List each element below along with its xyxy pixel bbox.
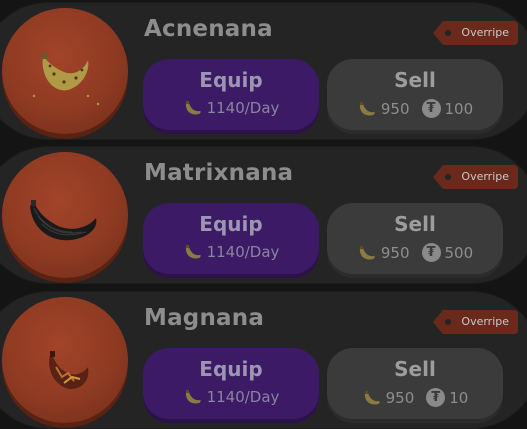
sell-button[interactable]: Sell 950 ₮ 10 [327, 348, 503, 419]
rarity-badge: Overripe [433, 21, 518, 45]
banana-icon [364, 390, 380, 404]
equip-button[interactable]: Equip 1140/Day [143, 59, 319, 130]
item-avatar [2, 152, 128, 278]
rarity-badge: Overripe [433, 310, 518, 334]
sell-banana-price: 950 [380, 243, 410, 262]
tag-hole [445, 174, 452, 180]
item-name: Magnana [144, 305, 265, 331]
item-card-magnana: Magnana Overripe Equip 1140/Day Sell 950… [0, 291, 527, 429]
equip-button[interactable]: Equip 1140/Day [143, 348, 319, 419]
equip-button-label: Equip [199, 357, 263, 381]
item-avatar [2, 297, 128, 423]
earn-rate-value: 1140/Day [206, 243, 280, 261]
rarity-badge-label: Overripe [461, 315, 509, 328]
rarity-badge-label: Overripe [461, 170, 509, 183]
item-avatar [2, 8, 128, 134]
earn-rate-value: 1140/Day [206, 388, 280, 406]
sell-banana-price: 950 [380, 99, 410, 118]
equip-button[interactable]: Equip 1140/Day [143, 203, 319, 274]
earn-rate: 1140/Day [143, 99, 319, 117]
sell-token-price: 100 [444, 99, 474, 118]
rarity-badge-label: Overripe [461, 26, 509, 39]
item-card-acnenana: Acnenana Overripe Equip 1140/Day Sell 95… [0, 2, 527, 140]
banana-icon [359, 101, 375, 115]
sell-banana-price: 950 [385, 388, 415, 407]
sell-button-label: Sell [394, 68, 436, 92]
sell-button[interactable]: Sell 950 ₮ 500 [327, 203, 503, 274]
matrix-banana-icon [30, 200, 97, 241]
equip-button-label: Equip [199, 68, 263, 92]
tag-hole [445, 30, 452, 36]
sell-price: 950 ₮ 500 [327, 243, 503, 262]
item-name: Matrixnana [144, 160, 294, 186]
item-name: Acnenana [144, 16, 273, 42]
banana-icon [185, 245, 201, 259]
sell-button[interactable]: Sell 950 ₮ 100 [327, 59, 503, 130]
magma-banana-icon [49, 351, 89, 389]
earn-rate: 1140/Day [143, 388, 319, 406]
sell-token-price: 500 [444, 243, 474, 262]
banana-icon [359, 245, 375, 259]
earn-rate: 1140/Day [143, 243, 319, 261]
sell-button-label: Sell [394, 212, 436, 236]
rarity-badge: Overripe [433, 165, 518, 189]
equip-button-label: Equip [199, 212, 263, 236]
earn-rate-value: 1140/Day [206, 99, 280, 117]
tag-hole [445, 319, 452, 325]
tether-token-icon: ₮ [426, 388, 446, 407]
item-card-matrixnana: Matrixnana Overripe Equip 1140/Day Sell … [0, 146, 527, 284]
sell-token-price: 10 [449, 388, 469, 407]
sell-button-label: Sell [394, 357, 436, 381]
banana-icon [185, 101, 201, 115]
sell-price: 950 ₮ 100 [327, 99, 503, 118]
banana-icon [185, 390, 201, 404]
tether-token-icon: ₮ [421, 243, 441, 262]
tether-token-icon: ₮ [421, 99, 441, 118]
acne-banana-icon [32, 53, 100, 106]
sell-price: 950 ₮ 10 [327, 388, 503, 407]
